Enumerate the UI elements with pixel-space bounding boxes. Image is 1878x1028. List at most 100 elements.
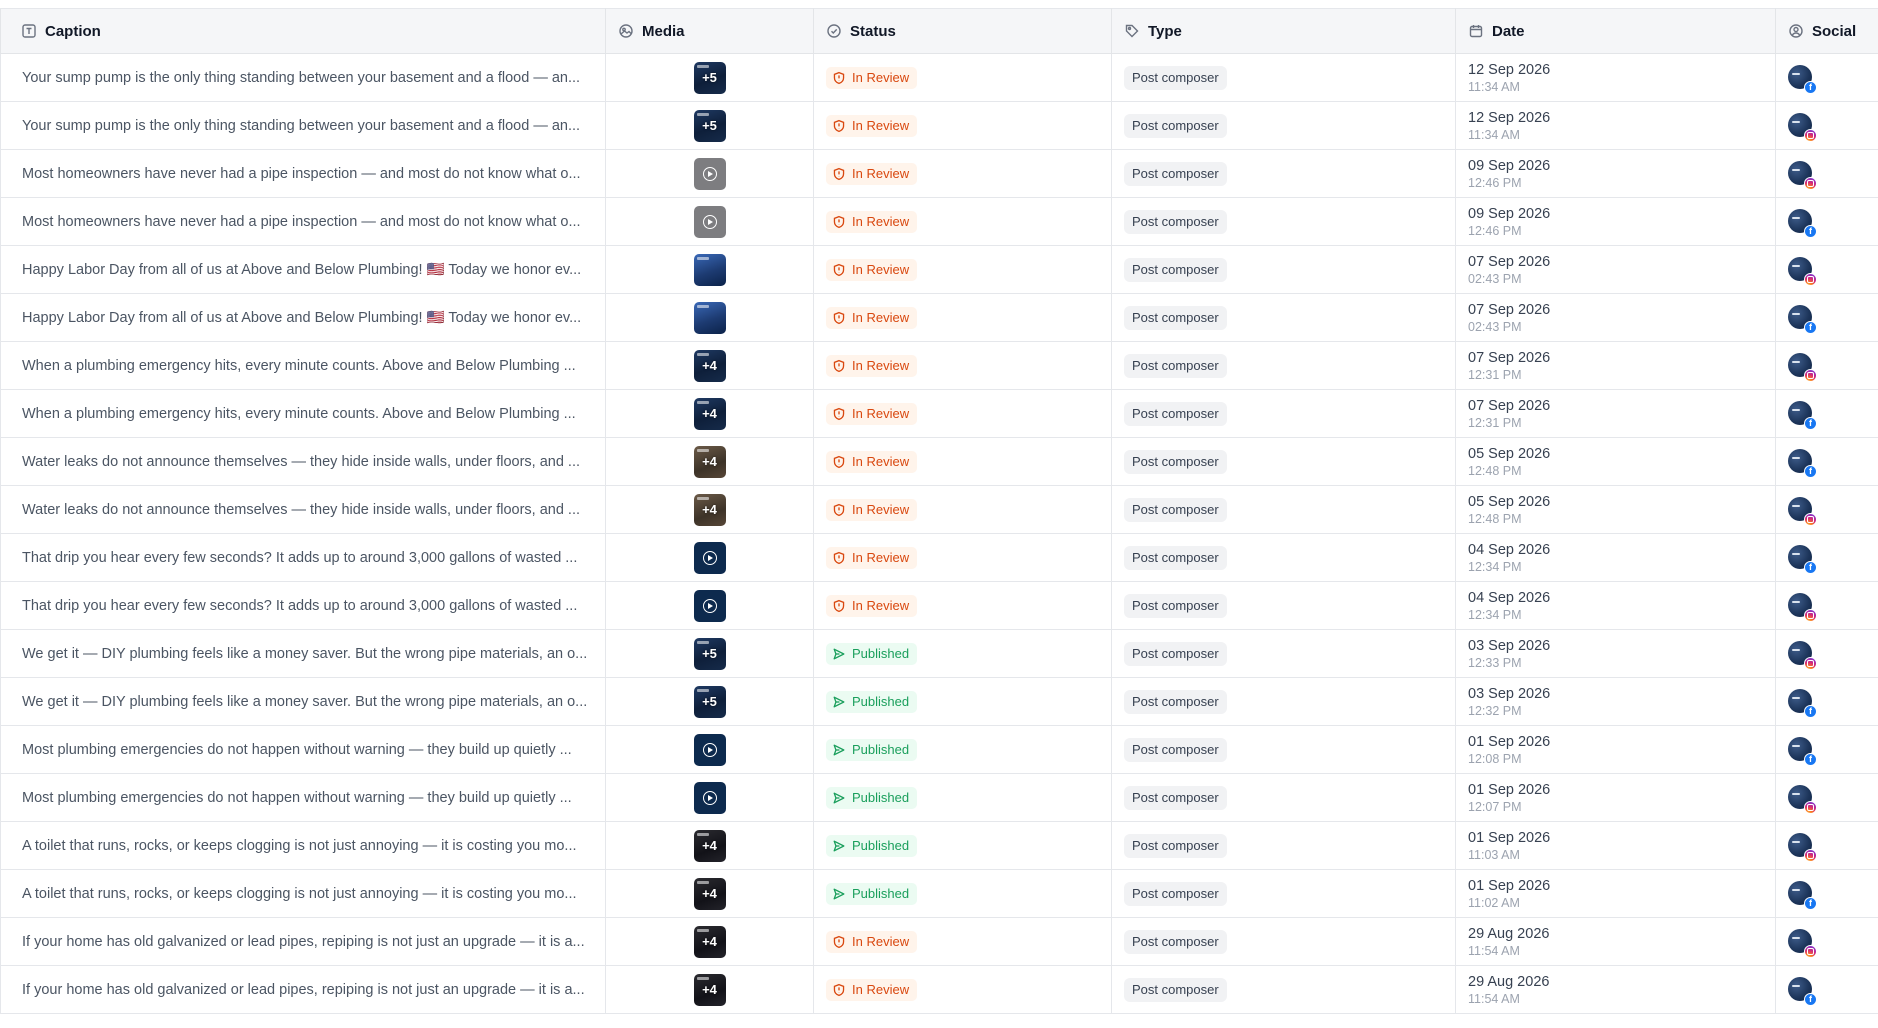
- social-cell[interactable]: f: [1775, 677, 1878, 726]
- social-cell[interactable]: f: [1775, 965, 1878, 1014]
- table-row[interactable]: We get it — DIY plumbing feels like a mo…: [0, 677, 1878, 726]
- social-account[interactable]: f: [1788, 400, 1817, 430]
- caption-cell[interactable]: When a plumbing emergency hits, every mi…: [0, 389, 606, 438]
- caption-cell[interactable]: Most plumbing emergencies do not happen …: [0, 773, 606, 822]
- caption-cell[interactable]: Your sump pump is the only thing standin…: [0, 101, 606, 150]
- carousel-thumbnail[interactable]: +4: [693, 925, 726, 958]
- media-cell[interactable]: [605, 773, 814, 822]
- video-thumbnail[interactable]: [693, 157, 726, 190]
- social-account[interactable]: [1788, 832, 1817, 862]
- social-account[interactable]: [1788, 496, 1817, 526]
- social-account[interactable]: f: [1788, 448, 1817, 478]
- media-cell[interactable]: +4: [605, 965, 814, 1014]
- video-thumbnail[interactable]: [693, 205, 726, 238]
- table-row[interactable]: Most homeowners have never had a pipe in…: [0, 197, 1878, 246]
- table-row[interactable]: When a plumbing emergency hits, every mi…: [0, 341, 1878, 390]
- caption-cell[interactable]: If your home has old galvanized or lead …: [0, 965, 606, 1014]
- table-row[interactable]: Most plumbing emergencies do not happen …: [0, 773, 1878, 822]
- social-cell[interactable]: f: [1775, 725, 1878, 774]
- caption-cell[interactable]: Most homeowners have never had a pipe in…: [0, 197, 606, 246]
- table-row[interactable]: A toilet that runs, rocks, or keeps clog…: [0, 869, 1878, 918]
- social-account[interactable]: [1788, 256, 1817, 286]
- caption-cell[interactable]: We get it — DIY plumbing feels like a mo…: [0, 677, 606, 726]
- media-cell[interactable]: +4: [605, 821, 814, 870]
- media-cell[interactable]: [605, 533, 814, 582]
- table-row[interactable]: When a plumbing emergency hits, every mi…: [0, 389, 1878, 438]
- social-cell[interactable]: f: [1775, 389, 1878, 438]
- social-account[interactable]: [1788, 640, 1817, 670]
- media-cell[interactable]: +5: [605, 677, 814, 726]
- video-thumbnail[interactable]: [693, 589, 726, 622]
- carousel-thumbnail[interactable]: +4: [693, 445, 726, 478]
- media-cell[interactable]: +4: [605, 869, 814, 918]
- social-cell[interactable]: [1775, 245, 1878, 294]
- social-account[interactable]: f: [1788, 736, 1817, 766]
- column-header-social[interactable]: Social: [1775, 8, 1878, 54]
- social-cell[interactable]: [1775, 101, 1878, 150]
- social-account[interactable]: [1788, 592, 1817, 622]
- caption-cell[interactable]: Most plumbing emergencies do not happen …: [0, 725, 606, 774]
- carousel-thumbnail[interactable]: +5: [693, 637, 726, 670]
- social-cell[interactable]: [1775, 917, 1878, 966]
- table-row[interactable]: Happy Labor Day from all of us at Above …: [0, 245, 1878, 294]
- table-row[interactable]: If your home has old galvanized or lead …: [0, 965, 1878, 1014]
- table-row[interactable]: Most plumbing emergencies do not happen …: [0, 725, 1878, 774]
- table-row[interactable]: A toilet that runs, rocks, or keeps clog…: [0, 821, 1878, 870]
- table-row[interactable]: Your sump pump is the only thing standin…: [0, 101, 1878, 150]
- table-row[interactable]: That drip you hear every few seconds? It…: [0, 581, 1878, 630]
- caption-cell[interactable]: Most homeowners have never had a pipe in…: [0, 149, 606, 198]
- caption-cell[interactable]: Your sump pump is the only thing standin…: [0, 53, 606, 102]
- caption-cell[interactable]: If your home has old galvanized or lead …: [0, 917, 606, 966]
- column-header-type[interactable]: Type: [1111, 8, 1456, 54]
- carousel-thumbnail[interactable]: +5: [693, 109, 726, 142]
- video-thumbnail[interactable]: [693, 733, 726, 766]
- video-thumbnail[interactable]: [693, 781, 726, 814]
- carousel-thumbnail[interactable]: +4: [693, 493, 726, 526]
- caption-cell[interactable]: We get it — DIY plumbing feels like a mo…: [0, 629, 606, 678]
- social-account[interactable]: f: [1788, 688, 1817, 718]
- media-cell[interactable]: [605, 149, 814, 198]
- social-account[interactable]: [1788, 112, 1817, 142]
- carousel-thumbnail[interactable]: +4: [693, 397, 726, 430]
- media-cell[interactable]: [605, 725, 814, 774]
- social-account[interactable]: [1788, 160, 1817, 190]
- social-cell[interactable]: f: [1775, 437, 1878, 486]
- social-account[interactable]: f: [1788, 64, 1817, 94]
- social-cell[interactable]: [1775, 581, 1878, 630]
- media-cell[interactable]: [605, 245, 814, 294]
- table-row[interactable]: That drip you hear every few seconds? It…: [0, 533, 1878, 582]
- social-account[interactable]: f: [1788, 544, 1817, 574]
- social-cell[interactable]: f: [1775, 197, 1878, 246]
- table-row[interactable]: Water leaks do not announce themselves —…: [0, 485, 1878, 534]
- social-cell[interactable]: f: [1775, 869, 1878, 918]
- caption-cell[interactable]: Happy Labor Day from all of us at Above …: [0, 245, 606, 294]
- media-cell[interactable]: +4: [605, 389, 814, 438]
- social-account[interactable]: f: [1788, 208, 1817, 238]
- carousel-thumbnail[interactable]: [693, 301, 726, 334]
- social-account[interactable]: [1788, 928, 1817, 958]
- social-account[interactable]: f: [1788, 304, 1817, 334]
- social-cell[interactable]: [1775, 485, 1878, 534]
- carousel-thumbnail[interactable]: +5: [693, 685, 726, 718]
- caption-cell[interactable]: Water leaks do not announce themselves —…: [0, 437, 606, 486]
- media-cell[interactable]: +5: [605, 53, 814, 102]
- media-cell[interactable]: +5: [605, 629, 814, 678]
- social-cell[interactable]: f: [1775, 293, 1878, 342]
- social-account[interactable]: [1788, 352, 1817, 382]
- caption-cell[interactable]: That drip you hear every few seconds? It…: [0, 533, 606, 582]
- table-row[interactable]: Your sump pump is the only thing standin…: [0, 53, 1878, 102]
- social-cell[interactable]: [1775, 341, 1878, 390]
- table-row[interactable]: Happy Labor Day from all of us at Above …: [0, 293, 1878, 342]
- caption-cell[interactable]: Water leaks do not announce themselves —…: [0, 485, 606, 534]
- table-row[interactable]: If your home has old galvanized or lead …: [0, 917, 1878, 966]
- carousel-thumbnail[interactable]: +4: [693, 973, 726, 1006]
- carousel-thumbnail[interactable]: +4: [693, 877, 726, 910]
- caption-cell[interactable]: That drip you hear every few seconds? It…: [0, 581, 606, 630]
- social-account[interactable]: f: [1788, 976, 1817, 1006]
- caption-cell[interactable]: Happy Labor Day from all of us at Above …: [0, 293, 606, 342]
- caption-cell[interactable]: When a plumbing emergency hits, every mi…: [0, 341, 606, 390]
- column-header-media[interactable]: Media: [605, 8, 814, 54]
- social-cell[interactable]: [1775, 821, 1878, 870]
- media-cell[interactable]: +5: [605, 101, 814, 150]
- social-account[interactable]: [1788, 784, 1817, 814]
